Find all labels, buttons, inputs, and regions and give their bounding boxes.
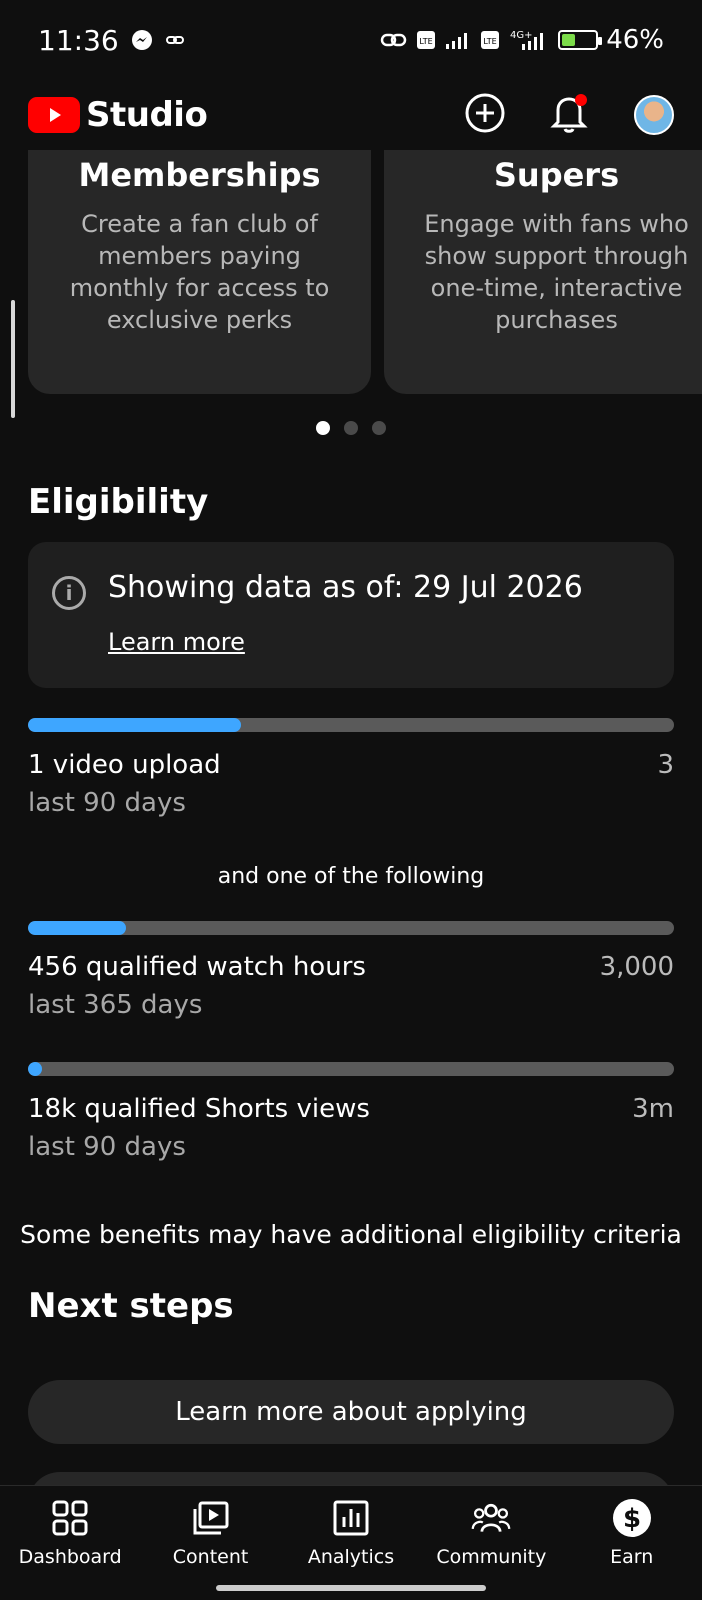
eligibility-title: Eligibility bbox=[28, 482, 209, 522]
pagination-dot[interactable] bbox=[372, 421, 386, 435]
watch-hours-progress-bar bbox=[28, 921, 674, 935]
add-icon[interactable] bbox=[464, 92, 506, 138]
status-bar: 11:36 LTE LTE 4G+ 46% bbox=[0, 0, 702, 80]
scrollbar[interactable] bbox=[11, 300, 15, 418]
nav-label: Dashboard bbox=[18, 1546, 122, 1568]
benefits-carousel[interactable]: Memberships Create a fan club of members… bbox=[0, 150, 702, 395]
svg-text:4G+: 4G+ bbox=[510, 30, 533, 41]
link-icon bbox=[380, 29, 408, 51]
signal-icon bbox=[444, 29, 472, 51]
nav-dashboard[interactable]: Dashboard bbox=[5, 1498, 135, 1568]
next-steps-title: Next steps bbox=[28, 1286, 234, 1326]
svg-text:LTE: LTE bbox=[484, 37, 497, 46]
progress-fill bbox=[28, 921, 127, 935]
battery-percent: 46% bbox=[606, 25, 664, 55]
messenger-icon bbox=[131, 29, 153, 51]
nav-analytics[interactable]: Analytics bbox=[286, 1498, 416, 1568]
studio-logo[interactable]: Studio bbox=[28, 95, 208, 135]
dashboard-icon bbox=[50, 1498, 90, 1538]
watch-hours-target: 3,000 bbox=[599, 952, 674, 982]
earn-icon: $ bbox=[612, 1498, 652, 1538]
supers-card[interactable]: Supers Engage with fans who show support… bbox=[384, 150, 702, 394]
clock: 11:36 bbox=[38, 23, 119, 57]
nav-label: Analytics bbox=[307, 1546, 395, 1568]
carousel-pagination bbox=[0, 421, 702, 435]
volte-icon: LTE bbox=[416, 29, 436, 51]
youtube-play-icon bbox=[28, 97, 80, 133]
upload-target: 3 bbox=[657, 750, 674, 780]
notifications-icon[interactable] bbox=[550, 92, 590, 138]
volte-icon: LTE bbox=[480, 29, 500, 51]
membership-card[interactable]: Memberships Create a fan club of members… bbox=[28, 150, 371, 394]
data-date-card: i Showing data as of: 29 Jul 2026 Learn … bbox=[28, 542, 674, 688]
community-icon bbox=[471, 1498, 511, 1538]
info-icon: i bbox=[52, 576, 86, 610]
svg-text:LTE: LTE bbox=[420, 37, 433, 46]
learn-more-link[interactable]: Learn more bbox=[108, 628, 245, 656]
shorts-views-progress-bar bbox=[28, 1062, 674, 1076]
progress-fill bbox=[28, 1062, 42, 1076]
learn-more-applying-button[interactable]: Learn more about applying bbox=[28, 1380, 674, 1444]
app-name: Studio bbox=[86, 95, 208, 135]
connector-text: and one of the following bbox=[217, 864, 485, 889]
app-header: Studio bbox=[0, 80, 702, 150]
svg-text:$: $ bbox=[623, 1504, 641, 1534]
card-title: Memberships bbox=[78, 156, 321, 194]
watch-hours-period: last 365 days bbox=[28, 990, 203, 1020]
bottom-navigation: Dashboard Content Analytics Community $ … bbox=[0, 1485, 702, 1577]
card-description: Create a fan club of members paying mont… bbox=[69, 210, 330, 334]
home-indicator[interactable] bbox=[216, 1585, 486, 1591]
upload-period: last 90 days bbox=[28, 788, 186, 818]
pagination-dot[interactable] bbox=[344, 421, 358, 435]
shorts-views-target: 3m bbox=[632, 1094, 674, 1124]
shorts-views-label: 18k qualified Shorts views bbox=[28, 1094, 370, 1124]
eligibility-note: Some benefits may have additional eligib… bbox=[20, 1220, 682, 1249]
shorts-views-period: last 90 days bbox=[28, 1132, 186, 1162]
nav-earn[interactable]: $ Earn bbox=[567, 1498, 697, 1568]
nav-community[interactable]: Community bbox=[426, 1498, 556, 1568]
card-description: Engage with fans who show support throug… bbox=[424, 210, 689, 334]
card-title: Supers bbox=[493, 156, 620, 194]
pagination-dot[interactable] bbox=[316, 421, 330, 435]
nav-label: Content bbox=[172, 1546, 249, 1568]
watch-hours-label: 456 qualified watch hours bbox=[28, 952, 366, 982]
data-date-text: Showing data as of: 29 Jul 2026 bbox=[108, 570, 583, 605]
progress-fill bbox=[28, 718, 242, 732]
upload-requirement-label: 1 video upload bbox=[28, 750, 221, 780]
nav-label: Earn bbox=[610, 1546, 654, 1568]
content-icon bbox=[191, 1498, 231, 1538]
analytics-icon bbox=[331, 1498, 371, 1538]
link-icon bbox=[165, 30, 185, 50]
4g-signal-icon: 4G+ bbox=[508, 28, 550, 52]
avatar[interactable] bbox=[634, 95, 674, 135]
battery-icon bbox=[558, 30, 603, 50]
nav-label: Community bbox=[436, 1546, 547, 1568]
nav-content[interactable]: Content bbox=[146, 1498, 276, 1568]
upload-progress-bar bbox=[28, 718, 674, 732]
